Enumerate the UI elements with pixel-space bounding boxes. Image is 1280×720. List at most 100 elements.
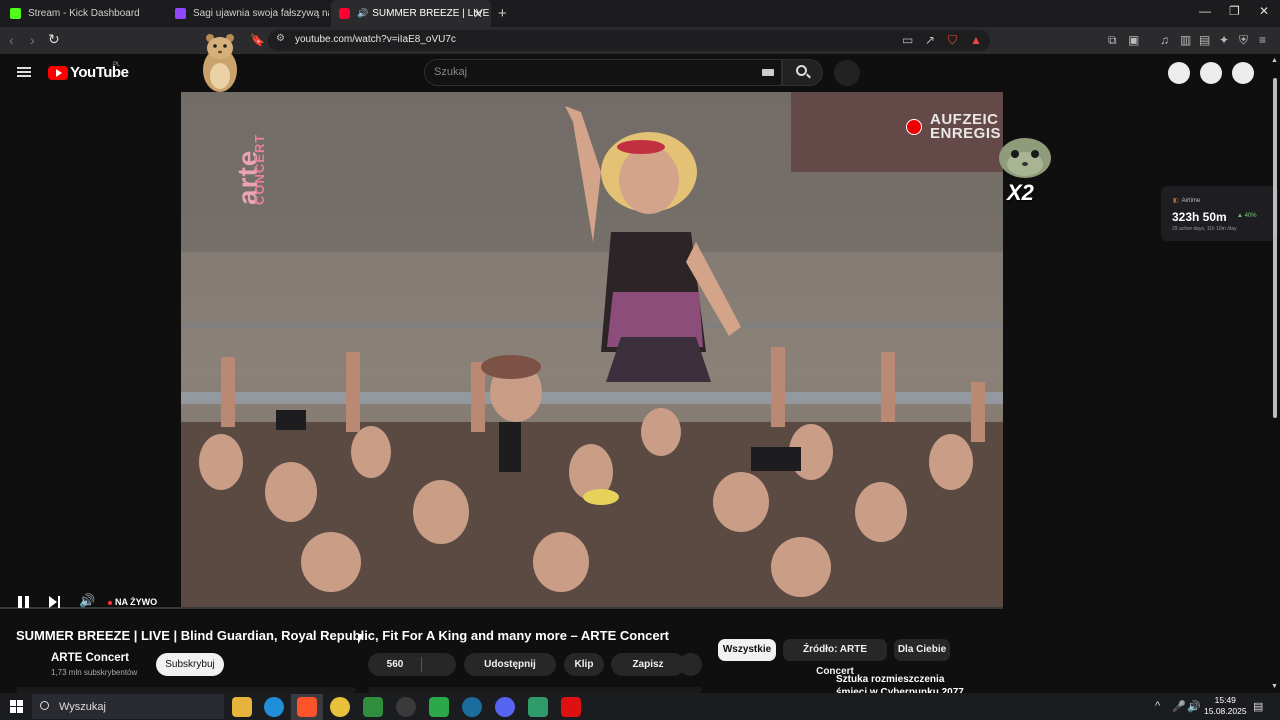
screenshot-icon[interactable]: ▣ bbox=[1128, 33, 1139, 47]
hamburger-menu-icon[interactable] bbox=[17, 67, 31, 77]
tab-youtube-active[interactable]: 🔊 SUMMER BREEZE | LIVE | Blind ✕ bbox=[331, 0, 491, 27]
chip-for-you[interactable]: Dla Ciebie bbox=[894, 639, 950, 661]
steam-icon[interactable] bbox=[462, 697, 482, 717]
app-arrow-icon[interactable] bbox=[429, 697, 449, 717]
brave-rewards-icon[interactable]: ▲ bbox=[970, 33, 982, 47]
voice-search-button[interactable] bbox=[834, 60, 860, 86]
obs-icon[interactable] bbox=[396, 697, 416, 717]
like-divider bbox=[421, 657, 422, 672]
rec-line-2: ENREGIS bbox=[930, 125, 1002, 142]
live-dot-icon bbox=[108, 601, 112, 605]
more-actions-button[interactable] bbox=[679, 653, 702, 676]
site-info-icon[interactable]: ⚙ bbox=[276, 33, 285, 44]
speaker-tray-icon[interactable]: 🔊 bbox=[1187, 700, 1201, 713]
share-button[interactable]: Udostępnij bbox=[464, 653, 556, 676]
url-text[interactable]: youtube.com/watch?v=iIaE8_oVU7c bbox=[295, 34, 456, 45]
scrollbar-thumb[interactable] bbox=[1273, 78, 1277, 418]
pause-icon[interactable] bbox=[18, 596, 30, 608]
search-icon bbox=[796, 65, 807, 76]
video-title: SUMMER BREEZE | LIVE | Blind Guardian, R… bbox=[16, 628, 670, 643]
mouse-cursor-icon bbox=[358, 634, 364, 644]
forward-icon[interactable]: › bbox=[30, 32, 35, 48]
search-placeholder: Szukaj bbox=[434, 66, 468, 78]
channel-avatar[interactable] bbox=[16, 651, 44, 679]
avatar[interactable] bbox=[1232, 62, 1254, 84]
cast-icon[interactable]: ▭ bbox=[902, 33, 913, 47]
airtime-icon: ◧ bbox=[1173, 198, 1179, 204]
twitch-icon bbox=[175, 8, 186, 19]
edge-icon[interactable] bbox=[264, 697, 284, 717]
subscribe-button[interactable]: Subskrybuj bbox=[156, 653, 224, 676]
discord-icon[interactable] bbox=[495, 697, 515, 717]
country-code: PL bbox=[113, 62, 121, 68]
multiplier-overlay: X2 bbox=[1007, 180, 1034, 205]
tab-kick-dashboard[interactable]: Stream - Kick Dashboard bbox=[2, 0, 164, 27]
music-icon[interactable]: ♫ bbox=[1160, 33, 1169, 47]
reload-icon[interactable]: ↻ bbox=[48, 31, 60, 48]
brave-icon[interactable] bbox=[297, 697, 317, 717]
vpn-icon[interactable]: ⛨ bbox=[1239, 33, 1248, 48]
like-dislike-group: 560 bbox=[368, 653, 456, 676]
app-chat-icon[interactable] bbox=[528, 697, 548, 717]
minimize-icon[interactable]: — bbox=[1199, 4, 1211, 18]
airtime-change-value: 40% bbox=[1244, 213, 1257, 219]
subscriber-count: 1,73 mln subskrybentów bbox=[51, 668, 138, 677]
share-icon[interactable]: ↗ bbox=[925, 33, 935, 47]
youtube-logo-icon[interactable] bbox=[48, 66, 68, 80]
chip-all[interactable]: Wszystkie bbox=[718, 639, 776, 661]
concert-watermark: CONCERT bbox=[252, 133, 267, 205]
recording-dot-icon bbox=[906, 119, 922, 135]
windows-start-icon[interactable] bbox=[10, 700, 23, 713]
brave-shield-icon[interactable]: ⛉ bbox=[948, 33, 957, 48]
close-window-icon[interactable]: ✕ bbox=[1259, 4, 1269, 18]
new-tab-icon[interactable]: + bbox=[498, 5, 507, 22]
chrome-icon[interactable] bbox=[330, 697, 350, 717]
chip-source[interactable]: Źródło: ARTE Concert bbox=[783, 639, 887, 677]
app-green-icon[interactable] bbox=[363, 697, 383, 717]
tab-twitch[interactable]: Sagi ujawnia swoja fałszywą nature bbox=[167, 0, 329, 27]
video-player[interactable] bbox=[181, 92, 1003, 607]
progress-bar[interactable] bbox=[0, 607, 1003, 609]
live-badge[interactable]: NA ŻYWO bbox=[115, 597, 157, 607]
system-clock[interactable]: 15:49 15.08.2025 bbox=[1204, 695, 1247, 717]
next-icon[interactable] bbox=[49, 596, 61, 608]
wallet-icon[interactable]: ▤ bbox=[1199, 33, 1210, 47]
dislike-button[interactable] bbox=[422, 653, 456, 676]
scroll-up-icon[interactable]: ▲ bbox=[1271, 57, 1278, 64]
recording-label: AUFZEIC ENREGIS bbox=[930, 112, 1002, 142]
kick-icon bbox=[10, 8, 21, 19]
extensions-icon[interactable]: ⧉ bbox=[1108, 33, 1117, 48]
file-explorer-icon[interactable] bbox=[232, 697, 252, 717]
bookmark-icon[interactable]: 🔖 bbox=[250, 33, 265, 47]
menu-icon[interactable]: ≡ bbox=[1259, 33, 1266, 47]
clip-button[interactable]: Klip bbox=[564, 653, 604, 676]
save-button[interactable]: Zapisz bbox=[611, 653, 685, 676]
clock-date: 15.08.2025 bbox=[1204, 706, 1247, 716]
airtime-label-text: Airtime bbox=[1181, 198, 1201, 204]
back-icon[interactable]: ‹ bbox=[9, 32, 14, 48]
notifications-icon[interactable]: ▤ bbox=[1253, 700, 1263, 713]
keyboard-icon[interactable] bbox=[762, 69, 774, 76]
leo-ai-icon[interactable]: ✦ bbox=[1219, 33, 1229, 47]
scroll-down-icon[interactable]: ▼ bbox=[1271, 683, 1278, 690]
search-input[interactable] bbox=[424, 59, 782, 86]
clock-time: 15:49 bbox=[1214, 695, 1236, 705]
sidebar-icon[interactable]: ▥ bbox=[1180, 33, 1191, 47]
airtime-subtext: 29 active days, 11h 10m /day bbox=[1172, 226, 1237, 232]
microphone-icon[interactable]: 🎤 bbox=[1172, 700, 1186, 713]
airtime-label: ◧ Airtime bbox=[1173, 197, 1200, 204]
taskbar-search-icon bbox=[40, 701, 49, 710]
address-bar-row bbox=[0, 27, 1280, 54]
tray-chevron-icon[interactable]: ^ bbox=[1155, 700, 1160, 712]
hamster-overlay-icon bbox=[203, 34, 237, 92]
volume-icon[interactable]: 🔊 bbox=[79, 593, 95, 609]
create-button[interactable] bbox=[1168, 62, 1190, 84]
like-button[interactable]: 560 bbox=[368, 653, 422, 676]
youtube-icon bbox=[339, 8, 350, 19]
channel-name[interactable]: ARTE Concert bbox=[51, 652, 129, 664]
taskbar-search-label: Wyszukaj bbox=[59, 701, 106, 713]
close-tab-icon[interactable]: ✕ bbox=[473, 7, 483, 21]
restore-icon[interactable]: ❐ bbox=[1229, 4, 1240, 18]
app-red-icon[interactable] bbox=[561, 697, 581, 717]
notifications-button[interactable] bbox=[1200, 62, 1222, 84]
